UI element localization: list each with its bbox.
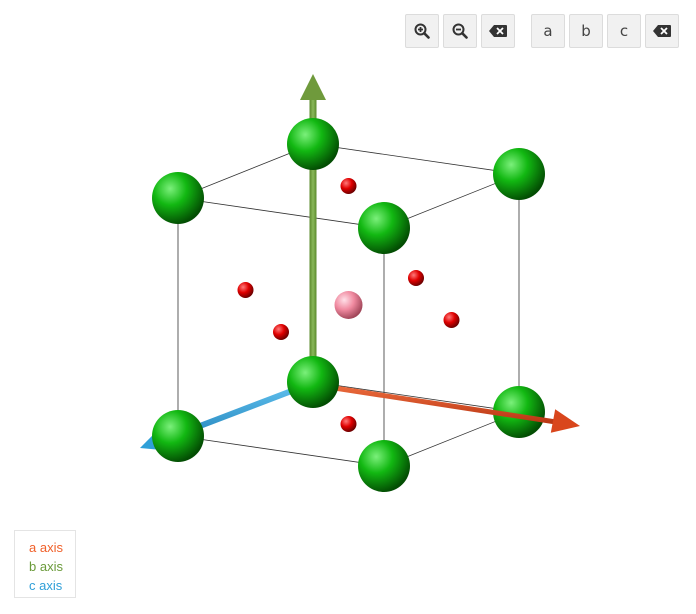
small-atom [340,178,357,194]
large-atom [287,118,339,170]
clear-view-button[interactable] [645,14,679,48]
zoom-out-button[interactable] [443,14,477,48]
small-atom [443,312,460,328]
legend-b-axis: b axis [29,559,63,574]
large-atom [287,356,339,408]
cell-edge [312,143,520,175]
axis-arrowhead [550,409,580,433]
atoms-front-layer [152,118,460,492]
crystal-viewer[interactable] [0,0,696,614]
zoom-in-button[interactable] [405,14,439,48]
small-atom [237,282,254,298]
legend-c-axis: c axis [29,578,63,593]
backspace-icon [489,25,507,37]
cell-edge [177,197,385,229]
legend-a-axis: a axis [29,540,63,555]
view-along-c-button[interactable]: c [607,14,641,48]
center-atom [334,291,363,319]
small-atom [408,270,424,286]
large-atom [152,410,204,462]
view-along-a-button[interactable]: a [531,14,565,48]
reset-view-button[interactable] [481,14,515,48]
atoms-back-layer [408,148,545,438]
view-along-b-button[interactable]: b [569,14,603,48]
large-atom [152,172,204,224]
axis-legend: a axis b axis c axis [14,530,76,598]
axis-arrowhead [300,74,326,100]
cell-edge [312,381,520,413]
small-atom [273,324,289,340]
large-atom [358,202,410,254]
backspace-icon [653,25,671,37]
zoom-in-icon [414,23,430,39]
zoom-toolbar [405,14,515,48]
large-atom [493,148,545,200]
large-atom [358,440,410,492]
zoom-out-icon [452,23,468,39]
axis-view-toolbar: a b c [531,14,679,48]
small-atom [340,416,357,432]
cell-edge [177,435,385,467]
